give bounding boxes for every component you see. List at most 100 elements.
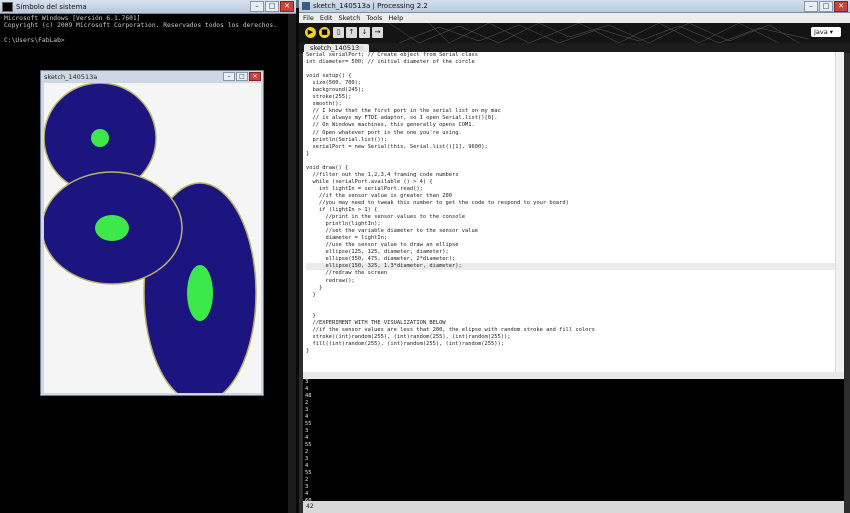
code-line[interactable]: //EXPERIMENT WITH THE VISUALIZATION BELO…	[306, 320, 844, 327]
code-line[interactable]: if (lightIn > 1) {	[306, 207, 844, 214]
code-line[interactable]	[306, 66, 844, 73]
menu-help[interactable]: Help	[388, 14, 403, 22]
tab-menu-icon[interactable]: ●	[357, 45, 365, 52]
code-line[interactable]: int lightIn = serialPort.read();	[306, 186, 844, 193]
code-line[interactable]: //set the variable diameter to the senso…	[306, 228, 844, 235]
code-line[interactable]: }	[306, 348, 844, 355]
sketch-window[interactable]: sketch_140513a – □ ✕	[40, 70, 264, 396]
minimize-icon[interactable]: –	[804, 0, 818, 12]
code-line[interactable]: int diameter= 500; // initial diameter o…	[306, 59, 844, 66]
editor-scrollbar[interactable]	[835, 52, 844, 372]
console-line: 3	[305, 456, 309, 462]
code-line[interactable]: smooth();	[306, 101, 844, 108]
cmd-output[interactable]: Microsoft Windows [Versión 6.1.7601] Copy…	[0, 14, 296, 46]
open-button[interactable]: ↑	[346, 27, 357, 38]
console-line: 55	[305, 442, 312, 448]
run-button[interactable]: ▶	[305, 27, 316, 38]
code-line[interactable]: diameter = lightIn;	[306, 235, 844, 242]
code-line[interactable]: redraw();	[306, 278, 844, 285]
code-line[interactable]: //filter out the 1,2,3,4 framing code nu…	[306, 172, 844, 179]
code-line[interactable]: // I know that the first port in the ser…	[306, 108, 844, 115]
minimize-icon[interactable]: –	[223, 72, 235, 81]
save-button[interactable]: ↓	[359, 27, 370, 38]
code-line[interactable]: }	[306, 151, 844, 158]
cmd-line: C:\Users\FabLab>	[4, 37, 65, 45]
console-line: 3	[305, 379, 309, 385]
close-icon[interactable]: ✕	[280, 1, 294, 12]
close-icon[interactable]: ✕	[249, 72, 261, 81]
console-line: 2	[305, 449, 309, 455]
stop-button[interactable]: ■	[319, 27, 330, 38]
console-line: 48	[305, 393, 312, 399]
menu-edit[interactable]: Edit	[320, 14, 333, 22]
code-line[interactable]: //use the sensor value to draw an ellips…	[306, 242, 844, 249]
code-line[interactable]: println(Serial.list());	[306, 137, 844, 144]
code-line[interactable]	[306, 306, 844, 313]
code-line[interactable]: ellipse(125, 125, diameter, diameter);	[306, 249, 844, 256]
code-line[interactable]: // On Windows machines, this generally o…	[306, 122, 844, 129]
ellipse-bottom-center	[187, 265, 213, 321]
code-line[interactable]: }	[306, 313, 844, 320]
code-line[interactable]: serialPort = new Serial(this, Serial.lis…	[306, 144, 844, 151]
console-line: 2	[305, 477, 309, 483]
code-line[interactable]: //print in the sensor values to the cons…	[306, 214, 844, 221]
ellipse-middle-center	[95, 215, 129, 241]
code-line[interactable]: // is always my FTDI adaptor, so I open …	[306, 115, 844, 122]
processing-app-icon	[302, 2, 310, 10]
console-line: 3	[305, 407, 309, 413]
sketch-titlebar[interactable]: sketch_140513a – □ ✕	[41, 71, 263, 82]
menu-file[interactable]: File	[303, 14, 314, 22]
code-line[interactable]: background(245);	[306, 87, 844, 94]
code-line[interactable]: size(500, 700);	[306, 80, 844, 87]
new-button[interactable]: ▯	[333, 27, 344, 38]
code-line[interactable]: while (serialPort.available () > 4) {	[306, 179, 844, 186]
cmd-titlebar[interactable]: Símbolo del sistema – □ ✕	[0, 0, 296, 14]
code-line[interactable]: void setup() {	[306, 73, 844, 80]
cmd-line: Microsoft Windows [Versión 6.1.7601]	[4, 15, 141, 22]
processing-ide-window[interactable]: sketch_140513a | Processing 2.2 – □ ✕ Fi…	[299, 0, 850, 513]
code-line[interactable]: //if the sensor values are less that 200…	[306, 327, 844, 334]
console-output: 344823455345523455234602	[303, 379, 844, 501]
console-line: 4	[305, 463, 309, 469]
console-line: 2	[305, 400, 309, 406]
mode-selector[interactable]: Java ▾	[811, 27, 841, 37]
code-line[interactable]: ellipse(150, 325, 1.3*diameter, diameter…	[306, 263, 844, 271]
console-line: 55	[305, 470, 312, 476]
code-line[interactable]: println(lightIn);	[306, 221, 844, 228]
maximize-icon[interactable]: □	[236, 72, 248, 81]
code-line[interactable]	[306, 158, 844, 165]
code-line[interactable]: stroke(255);	[306, 94, 844, 101]
code-line[interactable]: Serial serialPort; // Create object from…	[306, 52, 844, 59]
code-line[interactable]: //you may need to tweak this number to g…	[306, 200, 844, 207]
code-line[interactable]: }	[306, 292, 844, 299]
cmd-title: Símbolo del sistema	[16, 2, 87, 11]
console-panel[interactable]: 344823455345523455234602	[303, 379, 844, 501]
console-line: 4	[305, 386, 309, 392]
ide-title: sketch_140513a | Processing 2.2	[313, 2, 428, 10]
code-line[interactable]: }	[306, 285, 844, 292]
code-text[interactable]: Serial serialPort; // Create object from…	[303, 52, 844, 355]
code-line[interactable]: //if the sensor value is greater than 20…	[306, 193, 844, 200]
maximize-icon[interactable]: □	[265, 1, 279, 12]
code-line[interactable]: stroke((int)random(255), (int)random(255…	[306, 334, 844, 341]
code-line[interactable]: ellipse(350, 475, diameter, 2*diameter);	[306, 256, 844, 263]
close-icon[interactable]: ✕	[834, 0, 848, 12]
ide-titlebar[interactable]: sketch_140513a | Processing 2.2 – □ ✕	[299, 0, 850, 13]
line-number-footer: 42	[303, 501, 844, 513]
code-line[interactable]: fill((int)random(255), (int)random(255),…	[306, 341, 844, 348]
maximize-icon[interactable]: □	[819, 0, 833, 12]
minimize-icon[interactable]: –	[250, 1, 264, 12]
code-line[interactable]: // Open whatever port is the one you're …	[306, 130, 844, 137]
cmd-app-icon	[2, 1, 13, 12]
cmd-scrollbar[interactable]	[288, 14, 296, 513]
sketch-canvas[interactable]	[44, 83, 261, 393]
toolbar: ▶ ■ ▯ ↑ ↓ → Java ▾	[299, 23, 850, 43]
code-line[interactable]: //redraw the screen	[306, 270, 844, 277]
menu-tools[interactable]: Tools	[366, 14, 382, 22]
menu-sketch[interactable]: Sketch	[338, 14, 360, 22]
cmd-line	[4, 30, 292, 37]
code-editor[interactable]: Serial serialPort; // Create object from…	[303, 52, 844, 372]
export-button[interactable]: →	[372, 27, 383, 38]
code-line[interactable]: void draw() {	[306, 165, 844, 172]
code-line[interactable]	[306, 299, 844, 306]
